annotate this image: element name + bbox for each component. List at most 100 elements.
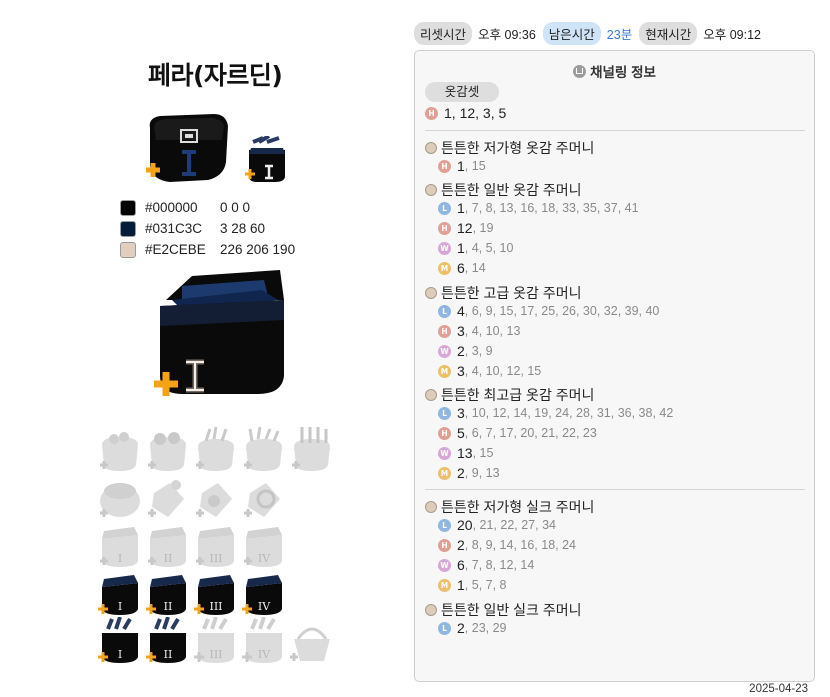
m-badge-icon: M [438,261,451,275]
gray-bag-herbs-icon[interactable] [240,425,288,473]
channel-row: W2, 3, 9 [438,343,493,359]
tier-numeral: IV [258,552,271,565]
dark-open-pouch-tier-1-icon[interactable]: I [96,617,144,665]
channel-rest: , 6, 9, 15, 17, 25, 26, 30, 32, 39, 40 [464,304,660,318]
dark-pouch-tier-4-icon[interactable]: IV [240,569,288,617]
channel-rest: , 14 [464,261,486,275]
gray-bag-cotton-icon[interactable] [144,473,192,521]
pouch-name: 튼튼한 최고급 옷감 주머니 [441,387,595,403]
gray-basket-icon[interactable] [288,617,336,665]
channel-row: H1, 15 [438,158,486,174]
channel-first: 1 [457,158,465,174]
tier-numeral: III [209,600,222,613]
large-pouch-icon [154,270,284,396]
tier-numeral: IV [258,600,271,613]
dark-pouch-tier-3-icon[interactable]: III [192,569,240,617]
channel-row: L2, 23, 29 [438,620,507,636]
channel-first: 2 [457,537,465,553]
pouch-dot-icon [425,501,437,513]
color-swatch [120,241,136,258]
m-badge-icon: M [438,364,451,378]
h-badge-icon: H [425,106,438,120]
h-badge-icon: H [438,221,451,235]
icon-row: I II III IV [96,617,336,665]
rgb-value: 226 206 190 [220,242,296,257]
pouch-dot-icon [425,389,437,401]
channel-row: L3, 10, 12, 14, 19, 24, 28, 31, 36, 38, … [438,405,673,421]
w-badge-icon: W [438,446,451,460]
color-swatch [120,199,136,216]
remaining-time-value: 23분 [606,28,633,42]
rgb-value: 0 0 0 [220,200,251,215]
pouch-dot-icon [425,184,437,196]
panel-title: 채널링 정보 [590,65,656,80]
gray-bag-eggs-icon[interactable] [96,425,144,473]
gray-bag-wheat-icon[interactable] [288,425,336,473]
fabric-set-tag[interactable]: 옷감셋 [425,82,499,102]
pouch-name: 튼튼한 일반 실크 주머니 [441,602,582,618]
hex-value: #000000 [145,200,198,215]
summary-row: H 1, 12, 3, 5 [425,105,506,121]
icon-row: I II III IV [96,569,336,617]
icon-row: I II III IV [96,521,336,569]
channel-first: 2 [457,465,465,481]
channel-rest: , 15 [464,159,486,173]
channel-first: 2 [457,343,465,359]
reset-time-label: 리셋시간 [414,22,473,45]
gray-bag-thread-icon[interactable] [240,473,288,521]
dark-pouch-tier-1-icon[interactable]: I [96,569,144,617]
channel-first: 6 [457,260,465,276]
channel-first: 4 [457,303,465,319]
tier-numeral: I [118,552,122,565]
channel-row: W6, 7, 8, 12, 14 [438,557,534,573]
palette-row: #E2CEBE 226 206 190 [120,239,295,260]
l-badge-icon: L [438,518,451,532]
gray-pouch-tier-1-icon[interactable]: I [96,521,144,569]
channel-row: L4, 6, 9, 15, 17, 25, 26, 30, 32, 39, 40 [438,303,659,319]
gray-bag-silk-icon[interactable] [192,473,240,521]
pouch-header: 튼튼한 최고급 옷감 주머니 [425,385,594,405]
color-palette: #000000 0 0 0 #031C3C 3 28 60 #E2CEBE 22… [120,197,295,260]
hex-value: #031C3C [145,221,203,236]
dark-pouch-tier-2-icon[interactable]: II [144,569,192,617]
channel-row: M6, 14 [438,260,486,276]
channel-rest: , 3, 9 [464,344,493,358]
rgb-value: 3 28 60 [220,221,266,236]
channel-rest: , 4, 10, 12, 15 [464,364,542,378]
gray-bag-leaves-icon[interactable] [192,425,240,473]
h-badge-icon: H [438,538,451,552]
gray-open-pouch-tier-4-icon[interactable]: IV [240,617,288,665]
gray-pouch-tier-4-icon[interactable]: IV [240,521,288,569]
current-time-label: 현재시간 [639,22,698,45]
channel-row: L1, 7, 8, 13, 16, 18, 33, 35, 37, 41 [438,200,639,216]
channel-row: M3, 4, 10, 12, 15 [438,363,541,379]
color-swatch [120,220,136,237]
divider [425,130,805,131]
dark-open-pouch-tier-2-icon[interactable]: II [144,617,192,665]
tier-numeral: III [209,552,222,565]
pouch-name: 튼튼한 일반 옷감 주머니 [441,182,582,198]
channel-rest: , 10, 12, 14, 19, 24, 28, 31, 36, 38, 42 [464,406,674,420]
icon-row [96,425,336,473]
channel-row: W1, 4, 5, 10 [438,240,513,256]
tier-numeral: II [164,600,173,613]
pouch-dot-icon [425,142,437,154]
divider [425,489,805,490]
channel-rest: , 4, 10, 13 [464,324,521,338]
channel-rest: , 23, 29 [464,621,507,635]
tier-numeral: II [164,648,173,661]
gray-pouch-tier-2-icon[interactable]: II [144,521,192,569]
channel-row: H 12, 19 [438,220,493,236]
tier-numeral: II [164,552,173,565]
pouch-dot-icon [425,287,437,299]
channel-row: W 13, 15 [438,445,493,461]
gray-open-pouch-tier-3-icon[interactable]: III [192,617,240,665]
gray-pouch-tier-3-icon[interactable]: III [192,521,240,569]
l-badge-icon: L [438,621,451,635]
channel-rest: , 4, 5, 10 [464,241,514,255]
gray-bag-fruit-icon[interactable] [144,425,192,473]
tier-numeral: I [118,648,122,661]
gray-bag-wool-icon[interactable] [96,473,144,521]
pouch-dot-icon [425,604,437,616]
pouch-header: 튼튼한 일반 옷감 주머니 [425,180,581,200]
